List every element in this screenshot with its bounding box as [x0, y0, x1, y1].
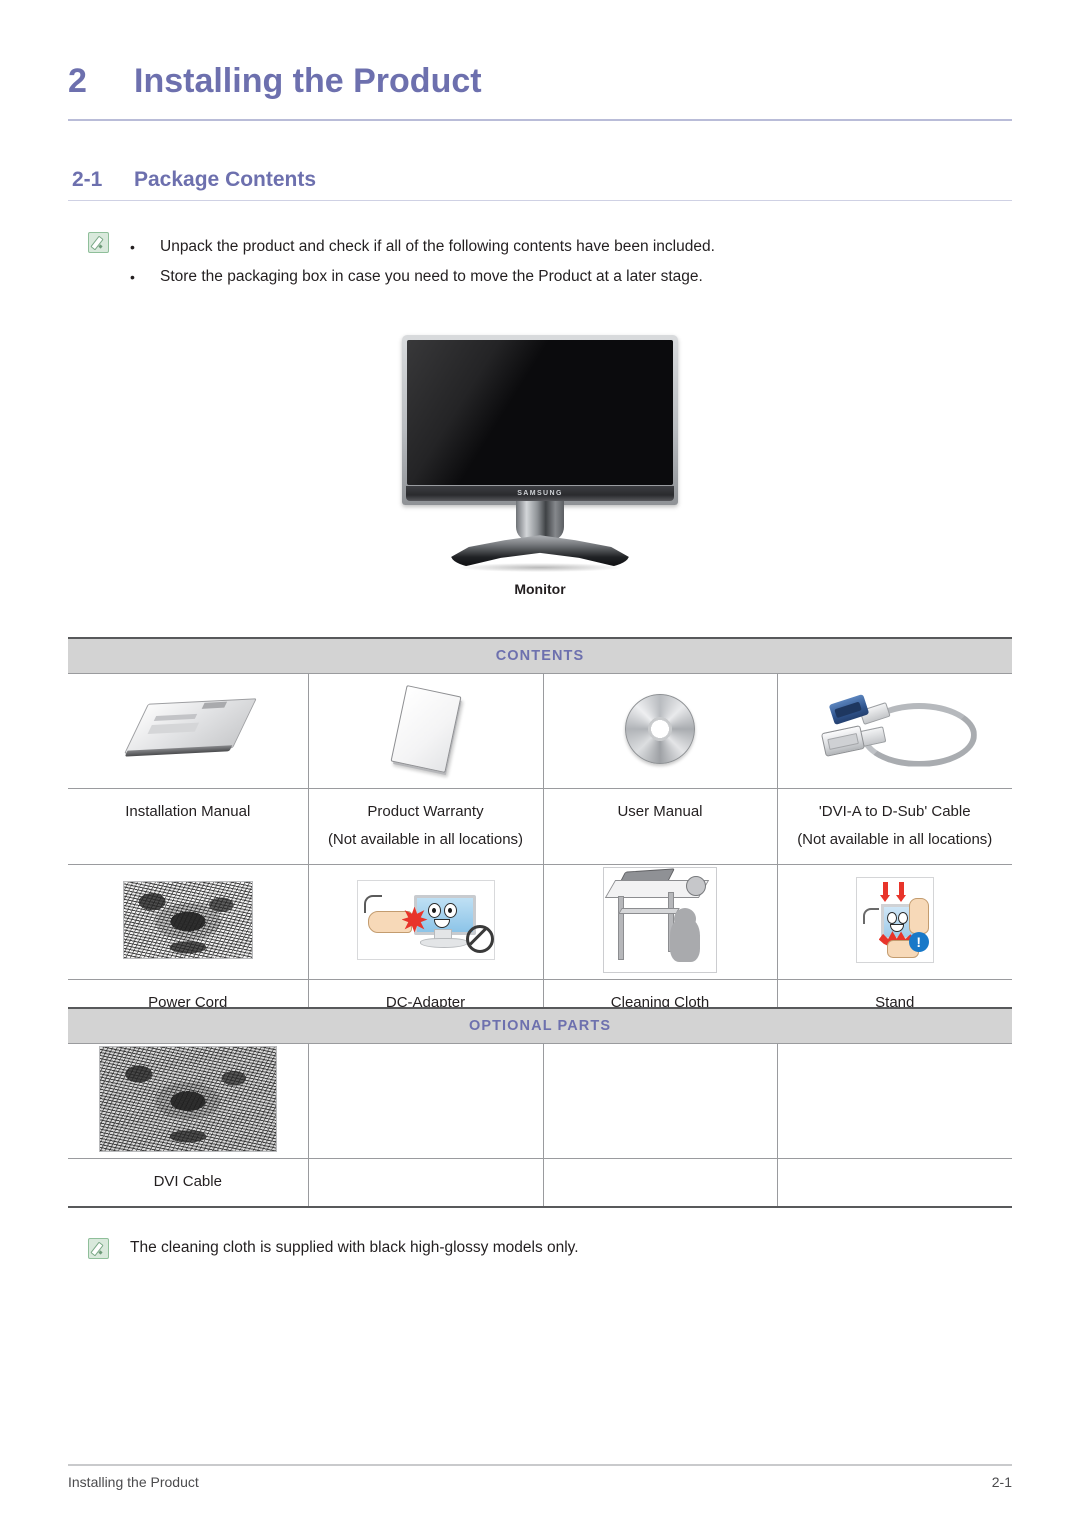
- item-label-cell: 'DVI-A to D-Sub' Cable (Not available in…: [777, 788, 1012, 865]
- cleaning-cloth-image: [603, 866, 717, 973]
- item-image-cell: [543, 673, 778, 789]
- item-sublabel: (Not available in all locations): [327, 831, 524, 848]
- item-image-cell: [308, 1043, 544, 1159]
- bottom-note-text: The cleaning cloth is supplied with blac…: [130, 1239, 579, 1256]
- item-label-cell: [308, 1158, 544, 1208]
- item-label: 'DVI-A to D-Sub' Cable: [818, 803, 971, 820]
- item-label-cell: User Manual: [543, 788, 778, 865]
- intro-bullet-text: Unpack the product and check if all of t…: [160, 238, 715, 255]
- intro-bullet-text: Store the packaging box in case you need…: [160, 268, 703, 285]
- list-item: • Unpack the product and check if all of…: [130, 232, 715, 262]
- item-image-cell: [68, 1043, 309, 1159]
- item-label: User Manual: [617, 803, 703, 820]
- installation-manual-icon: [121, 697, 257, 759]
- page-footer: Installing the Product 2-1: [68, 1474, 1012, 1490]
- item-image-cell: [543, 1043, 778, 1159]
- section-heading: 2-1 Package Contents: [72, 168, 1012, 192]
- user-manual-cd-icon: [625, 693, 695, 764]
- item-image-cell: [308, 673, 544, 789]
- item-image-cell: !: [777, 864, 1012, 980]
- section-divider: [68, 200, 1012, 201]
- item-label-cell: Product Warranty (Not available in all l…: [308, 788, 544, 865]
- monitor-illustration: SAMSUNG: [402, 335, 678, 575]
- footer-page-number: 2-1: [991, 1474, 1012, 1490]
- chapter-heading: 2 Installing the Product: [68, 62, 1012, 101]
- monitor-shadow: [458, 563, 622, 572]
- item-label-cell: DVI Cable: [68, 1158, 309, 1208]
- intro-note: • Unpack the product and check if all of…: [88, 232, 988, 292]
- monitor-figure: SAMSUNG Monitor: [0, 335, 1080, 597]
- table-row: Installation Manual Product Warranty (No…: [68, 788, 1012, 865]
- monitor-chin: SAMSUNG: [406, 486, 674, 501]
- stand-image: !: [855, 876, 934, 963]
- samsung-logo: SAMSUNG: [517, 490, 563, 497]
- contents-header-cell: CONTENTS: [68, 637, 1012, 674]
- item-label-cell: [777, 1158, 1013, 1208]
- dvi-a-to-d-sub-cable-icon: [817, 693, 977, 767]
- figure-caption: Monitor: [514, 581, 566, 597]
- product-warranty-icon: [390, 684, 461, 773]
- chapter-title: Installing the Product: [134, 62, 482, 100]
- item-sublabel: (Not available in all locations): [797, 831, 993, 848]
- item-label-cell: Installation Manual: [68, 788, 309, 865]
- item-image-cell: [308, 864, 544, 980]
- item-label: DVI Cable: [153, 1173, 222, 1190]
- item-image-cell: [543, 864, 778, 980]
- monitor-bezel: SAMSUNG: [402, 335, 678, 505]
- footer-divider: [68, 1464, 1012, 1466]
- table-row: DVI Cable: [68, 1158, 1013, 1208]
- note-icon: [88, 1238, 109, 1259]
- section-title: Package Contents: [134, 168, 317, 191]
- chapter-number: 2: [68, 62, 87, 100]
- bottom-note: The cleaning cloth is supplied with blac…: [88, 1238, 988, 1259]
- intro-bullet-list: • Unpack the product and check if all of…: [130, 232, 715, 292]
- item-label: Product Warranty: [367, 803, 484, 820]
- contents-table: CONTENTS Installation Manual Product War…: [68, 637, 1012, 1029]
- list-item: • Store the packaging box in case you ne…: [130, 262, 715, 292]
- power-cord-image: [122, 880, 253, 959]
- dvi-cable-image: [98, 1045, 277, 1152]
- item-image-cell: [777, 673, 1012, 789]
- bullet-marker: •: [130, 269, 135, 285]
- table-header-row: CONTENTS: [68, 637, 1012, 674]
- table-header-row: OPTIONAL PARTS: [68, 1007, 1013, 1044]
- chapter-divider: [68, 119, 1012, 121]
- bullet-marker: •: [130, 239, 135, 255]
- item-image-cell: [777, 1043, 1013, 1159]
- document-page: 2 Installing the Product 2-1 Package Con…: [0, 0, 1080, 1527]
- monitor-screen: [407, 340, 673, 485]
- table-row: [68, 673, 1012, 789]
- item-image-cell: [68, 673, 309, 789]
- monitor-neck: [516, 501, 564, 541]
- section-number: 2-1: [72, 168, 103, 191]
- item-image-cell: [68, 864, 309, 980]
- item-label-cell: [543, 1158, 778, 1208]
- item-label: Installation Manual: [125, 803, 251, 820]
- table-row: !: [68, 864, 1012, 980]
- table-row: [68, 1043, 1013, 1159]
- note-icon: [88, 232, 109, 253]
- dc-adapter-image: [356, 879, 495, 960]
- optional-parts-header-cell: OPTIONAL PARTS: [68, 1007, 1013, 1044]
- optional-parts-table: OPTIONAL PARTS DVI Cable: [68, 1007, 1013, 1208]
- footer-left-label: Installing the Product: [68, 1474, 199, 1490]
